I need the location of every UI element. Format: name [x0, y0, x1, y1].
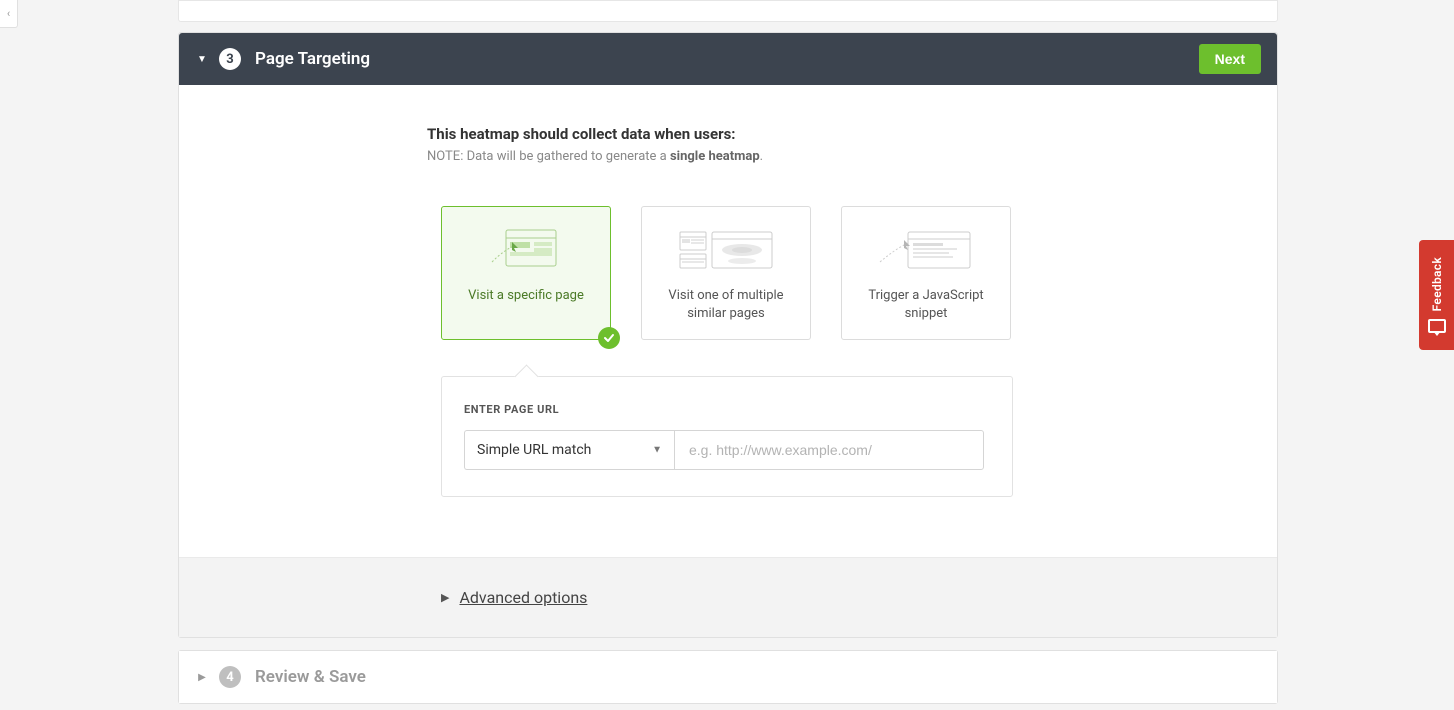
sidebar-toggle[interactable]: ‹	[0, 0, 18, 28]
note-prefix: NOTE: Data will be gathered to generate …	[427, 149, 670, 164]
advanced-options-bar: ▶ Advanced options	[179, 557, 1277, 637]
chevron-right-icon: ▶	[195, 672, 209, 683]
card-label: Visit one of multiple similar pages	[656, 287, 796, 322]
chevron-right-icon: ▶	[441, 591, 449, 604]
card-trigger-js-snippet[interactable]: Trigger a JavaScript snippet	[841, 206, 1011, 340]
note-text: NOTE: Data will be gathered to generate …	[427, 149, 1027, 164]
url-form-label: ENTER PAGE URL	[464, 403, 990, 416]
panel-header-page-targeting[interactable]: ▼ 3 Page Targeting Next	[179, 33, 1277, 85]
lead-text: This heatmap should collect data when us…	[427, 125, 1027, 143]
panel-title: Review & Save	[255, 667, 366, 687]
chevron-down-icon: ▼	[195, 54, 209, 65]
page-url-input[interactable]	[674, 430, 984, 470]
card-visit-multiple-pages[interactable]: Visit one of multiple similar pages	[641, 206, 811, 340]
select-value: Simple URL match	[477, 442, 591, 458]
step-number-badge: 3	[219, 48, 241, 70]
card-label: Visit a specific page	[468, 287, 584, 305]
url-match-type-select[interactable]: Simple URL match ▼	[464, 430, 674, 470]
panel-title: Page Targeting	[255, 49, 370, 69]
step-number-badge: 4	[219, 666, 241, 688]
check-icon	[598, 327, 620, 349]
next-button[interactable]: Next	[1199, 44, 1261, 74]
feedback-label: Feedback	[1430, 257, 1444, 311]
panel-header-review-save[interactable]: ▶ 4 Review & Save	[179, 651, 1277, 703]
panel-page-targeting: ▼ 3 Page Targeting Next This heatmap sho…	[178, 32, 1278, 638]
advanced-options-toggle[interactable]: Advanced options	[459, 588, 587, 607]
card-label: Trigger a JavaScript snippet	[856, 287, 996, 322]
card-illustration-specific	[456, 225, 596, 275]
panel-review-save: ▶ 4 Review & Save	[178, 650, 1278, 704]
feedback-tab[interactable]: Feedback	[1419, 240, 1454, 350]
chevron-left-icon: ‹	[7, 7, 10, 20]
note-strong: single heatmap	[670, 149, 760, 164]
url-form-box: ENTER PAGE URL Simple URL match ▼	[441, 376, 1013, 497]
chat-icon	[1428, 319, 1446, 333]
card-illustration-multiple	[656, 225, 796, 275]
previous-step-panel-edge	[178, 0, 1278, 22]
card-visit-specific-page[interactable]: Visit a specific page	[441, 206, 611, 340]
panel-body: This heatmap should collect data when us…	[179, 85, 1277, 557]
caret-down-icon: ▼	[652, 445, 662, 456]
note-suffix: .	[760, 149, 763, 164]
card-illustration-snippet	[856, 225, 996, 275]
